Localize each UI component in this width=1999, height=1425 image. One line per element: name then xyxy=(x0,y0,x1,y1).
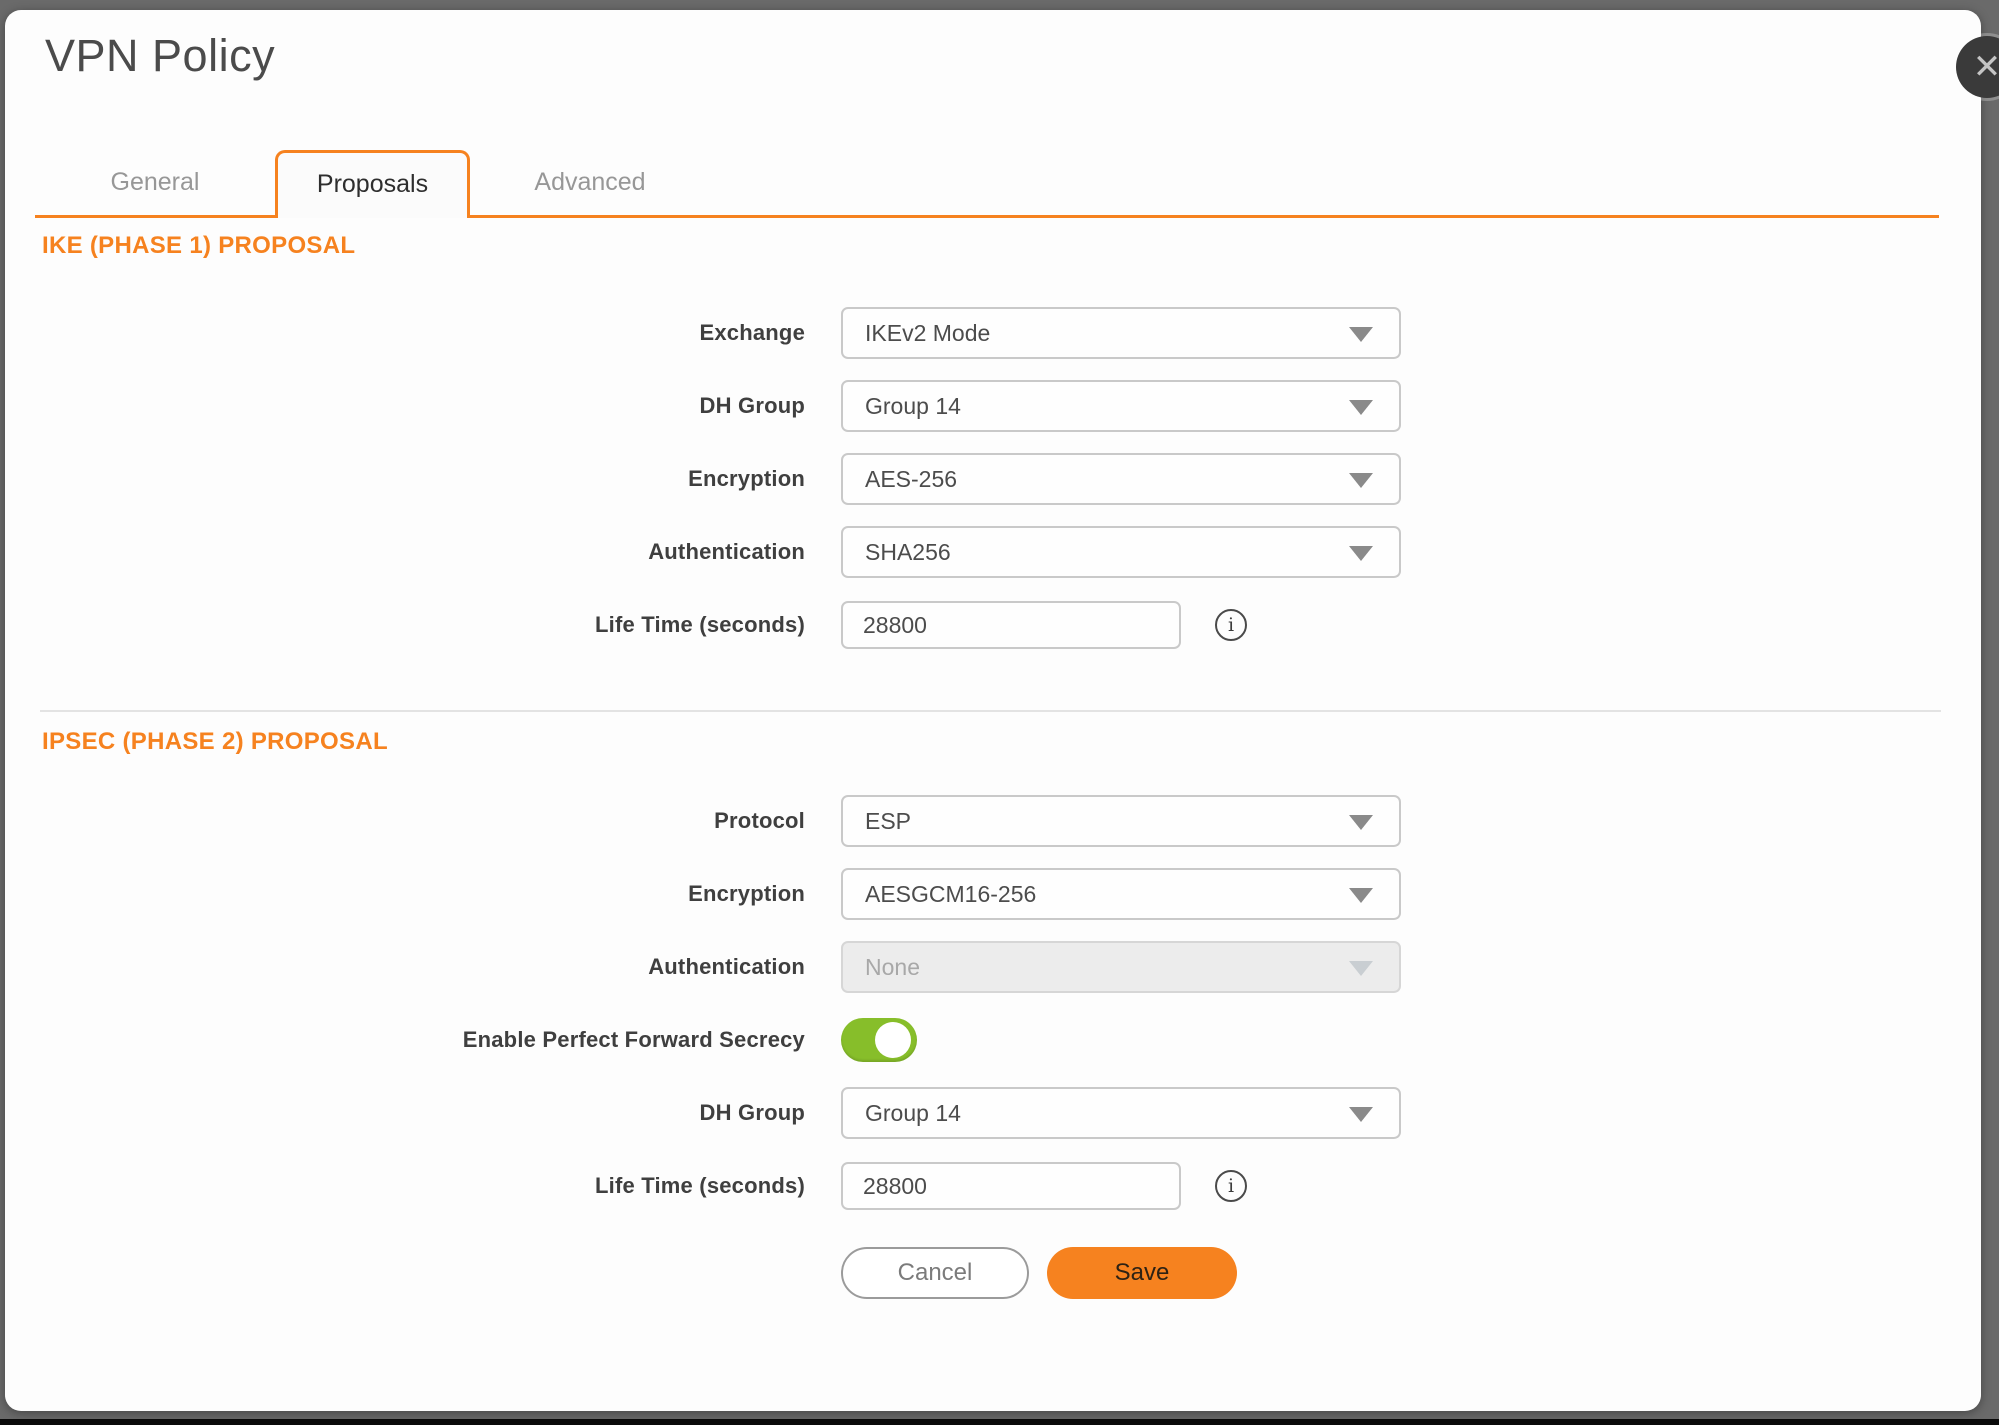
ipsec-encryption-select[interactable]: AESGCM16-256 xyxy=(841,868,1401,920)
dropdown-caret-icon xyxy=(1349,327,1373,342)
page-title: VPN Policy xyxy=(45,30,275,82)
dropdown-caret-icon xyxy=(1349,473,1373,488)
dropdown-caret-icon xyxy=(1349,1107,1373,1122)
ipsec-lifetime-row: Life Time (seconds) i xyxy=(5,1160,1981,1212)
ike-authentication-select-value: SHA256 xyxy=(865,539,951,566)
protocol-row: Protocol ESP xyxy=(5,795,1981,847)
pfs-row: Enable Perfect Forward Secrecy xyxy=(5,1014,1981,1066)
screen: { "dialog": { "title": "VPN Policy", "cl… xyxy=(0,0,1999,1425)
ipsec-authentication-row: Authentication None xyxy=(5,941,1981,993)
tab-advanced[interactable]: Advanced xyxy=(470,150,710,215)
exchange-select[interactable]: IKEv2 Mode xyxy=(841,307,1401,359)
ike-authentication-label: Authentication xyxy=(5,539,841,565)
ike-dh-group-select-value: Group 14 xyxy=(865,393,961,420)
vpn-policy-dialog: VPN Policy General Proposals Advanced IK… xyxy=(5,10,1981,1411)
ipsec-encryption-select-value: AESGCM16-256 xyxy=(865,881,1036,908)
ike-authentication-select[interactable]: SHA256 xyxy=(841,526,1401,578)
ipsec-phase2-rows: Protocol ESP Encryption AESGCM16-256 Aut… xyxy=(5,795,1981,1212)
ike-encryption-select-value: AES-256 xyxy=(865,466,957,493)
ipsec-phase2-heading: IPSEC (PHASE 2) PROPOSAL xyxy=(42,728,388,756)
ipsec-dh-group-label: DH Group xyxy=(5,1100,841,1126)
bottom-strip xyxy=(0,1419,1999,1425)
ike-dh-group-label: DH Group xyxy=(5,393,841,419)
ike-lifetime-label: Life Time (seconds) xyxy=(5,612,841,638)
protocol-label: Protocol xyxy=(5,808,841,834)
ipsec-authentication-select-value: None xyxy=(865,954,920,981)
toggle-knob xyxy=(875,1022,911,1058)
dropdown-caret-icon xyxy=(1349,400,1373,415)
dropdown-caret-icon xyxy=(1349,888,1373,903)
cancel-button[interactable]: Cancel xyxy=(841,1247,1029,1299)
ike-authentication-row: Authentication SHA256 xyxy=(5,526,1981,578)
ipsec-encryption-label: Encryption xyxy=(5,881,841,907)
ipsec-dh-group-select[interactable]: Group 14 xyxy=(841,1087,1401,1139)
tab-general[interactable]: General xyxy=(35,150,275,215)
exchange-label: Exchange xyxy=(5,320,841,346)
ipsec-encryption-row: Encryption AESGCM16-256 xyxy=(5,868,1981,920)
exchange-select-value: IKEv2 Mode xyxy=(865,320,990,347)
ike-encryption-row: Encryption AES-256 xyxy=(5,453,1981,505)
ike-encryption-select[interactable]: AES-256 xyxy=(841,453,1401,505)
ipsec-authentication-select-disabled: None xyxy=(841,941,1401,993)
dropdown-caret-icon xyxy=(1349,815,1373,830)
dropdown-caret-icon xyxy=(1349,961,1373,976)
exchange-row: Exchange IKEv2 Mode xyxy=(5,307,1981,359)
ipsec-authentication-label: Authentication xyxy=(5,954,841,980)
pfs-toggle[interactable] xyxy=(841,1018,917,1062)
ipsec-dh-group-row: DH Group Group 14 xyxy=(5,1087,1981,1139)
ike-encryption-label: Encryption xyxy=(5,466,841,492)
dropdown-caret-icon xyxy=(1349,546,1373,561)
protocol-select-value: ESP xyxy=(865,808,911,835)
protocol-select[interactable]: ESP xyxy=(841,795,1401,847)
save-button[interactable]: Save xyxy=(1047,1247,1237,1299)
ipsec-lifetime-label: Life Time (seconds) xyxy=(5,1173,841,1199)
ipsec-lifetime-input[interactable] xyxy=(841,1162,1181,1210)
tab-proposals[interactable]: Proposals xyxy=(275,150,470,218)
ike-dh-group-select[interactable]: Group 14 xyxy=(841,380,1401,432)
tab-bar: General Proposals Advanced xyxy=(35,150,1939,218)
info-icon[interactable]: i xyxy=(1215,609,1247,641)
ike-phase1-rows: Exchange IKEv2 Mode DH Group Group 14 En… xyxy=(5,307,1981,651)
ike-phase1-heading: IKE (PHASE 1) PROPOSAL xyxy=(42,232,355,260)
dialog-footer: Cancel Save xyxy=(841,1247,1237,1299)
ike-lifetime-row: Life Time (seconds) i xyxy=(5,599,1981,651)
ike-lifetime-input[interactable] xyxy=(841,601,1181,649)
section-divider xyxy=(40,710,1941,712)
ipsec-dh-group-select-value: Group 14 xyxy=(865,1100,961,1127)
ike-dh-group-row: DH Group Group 14 xyxy=(5,380,1981,432)
info-icon[interactable]: i xyxy=(1215,1170,1247,1202)
pfs-label: Enable Perfect Forward Secrecy xyxy=(5,1027,841,1053)
